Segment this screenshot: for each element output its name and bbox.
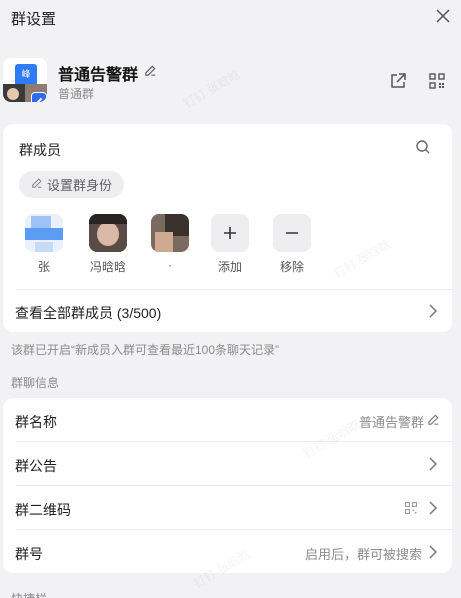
members-title: 群成员 (19, 142, 61, 158)
chevron-right-icon (429, 304, 438, 318)
edit-icon (428, 414, 439, 425)
avatar (151, 214, 189, 252)
edit-icon (31, 177, 43, 192)
add-member-button[interactable]: 添加 (205, 214, 255, 274)
group-name-row[interactable]: 群名称 普通告警群 (3, 398, 452, 442)
member-name: · (168, 258, 172, 272)
share-icon[interactable] (387, 70, 409, 92)
window-titlebar: 群设置 (0, 0, 461, 34)
edit-icon[interactable] (144, 64, 157, 82)
close-icon[interactable] (433, 6, 453, 26)
group-info-card: 群名称 普通告警群 群公告 群二维码 群号 启用后，群可被搜索 (3, 398, 452, 573)
chevron-right-icon (429, 545, 438, 559)
remove-member-button[interactable]: 移除 (267, 214, 317, 274)
history-notice: 该群已开启“新成员入群可查看最近100条聊天记录” (11, 343, 280, 357)
set-identity-button[interactable]: 设置群身份 (19, 171, 125, 198)
group-announcement-row[interactable]: 群公告 (3, 442, 452, 486)
group-type: 普通群 (58, 87, 95, 101)
member-name: 冯晗晗 (89, 260, 126, 274)
set-identity-label: 设置群身份 (47, 178, 113, 193)
group-name-key: 群名称 (15, 414, 57, 430)
group-announcement-key: 群公告 (15, 458, 57, 474)
group-avatar[interactable]: 峰 (3, 58, 47, 102)
group-number-value: 启用后，群可被搜索 (304, 547, 422, 562)
view-all-members-row[interactable]: 查看全部群成员 (3/500) (3, 290, 452, 332)
members-card: 群成员 设置群身份 张 冯晗晗 · 添加 移除 查看全部群成员 (3/500) (3, 124, 452, 332)
group-name-value: 普通告警群 (358, 415, 424, 430)
avatar (89, 214, 127, 252)
group-header: 峰 普通告警群 普通群 (0, 52, 461, 110)
add-member-label: 添加 (217, 260, 242, 274)
group-qrcode-key: 群二维码 (15, 502, 71, 518)
minus-icon (273, 214, 311, 252)
group-avatar-tag: 峰 (21, 69, 31, 79)
shortcut-section-title: 快捷栏 (11, 590, 47, 598)
view-all-members-label: 查看全部群成员 (3/500) (15, 305, 162, 321)
remove-member-label: 移除 (279, 260, 304, 274)
chevron-right-icon (429, 457, 438, 471)
member-list: 张 冯晗晗 · 添加 移除 (19, 214, 439, 274)
window-title: 群设置 (11, 11, 57, 28)
group-qrcode-row[interactable]: 群二维码 (3, 486, 452, 530)
group-number-key: 群号 (15, 546, 43, 562)
chevron-right-icon (429, 501, 438, 515)
edit-avatar-icon[interactable] (31, 92, 47, 102)
member-item[interactable]: · (145, 214, 195, 274)
member-item[interactable]: 张 (19, 214, 69, 274)
group-name: 普通告警群 (58, 67, 139, 84)
search-icon[interactable] (415, 139, 433, 157)
avatar (25, 214, 63, 252)
info-section-title: 群聊信息 (11, 376, 60, 390)
qrcode-icon (405, 502, 417, 514)
group-name-line: 普通告警群 (58, 61, 157, 85)
member-item[interactable]: 冯晗晗 (83, 214, 133, 274)
plus-icon (211, 214, 249, 252)
qrcode-icon[interactable] (426, 70, 448, 92)
group-number-row[interactable]: 群号 启用后，群可被搜索 (3, 530, 452, 574)
member-name: 张 (37, 260, 50, 274)
